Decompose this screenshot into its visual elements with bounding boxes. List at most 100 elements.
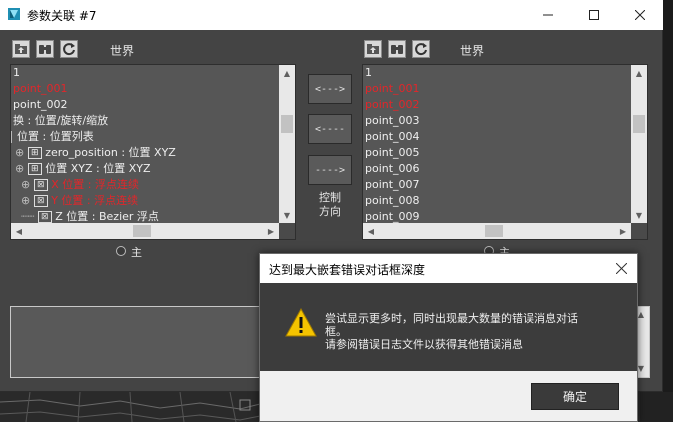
right-tree-item[interactable]: point_008 [365, 193, 420, 209]
left-tree-item[interactable]: ⊕ ⊠ Y 位置 : 浮点连续 [21, 193, 138, 209]
right-tree-item[interactable]: point_002 [365, 97, 420, 113]
left-tree-item-label: zero_position : 位置 XYZ [45, 146, 176, 159]
left-tree-view[interactable]: 1 point_001 point_002 换 : 位置/旋转/缩放 位置 : … [10, 64, 296, 240]
close-icon [635, 10, 645, 20]
right-tree-view[interactable]: 1 point_001 point_002 point_003 point_00… [362, 64, 648, 240]
bidirectional-button[interactable]: <---> [308, 74, 352, 104]
left-master-radio[interactable] [116, 246, 126, 256]
window-title: 参数关联 #7 [27, 9, 97, 23]
scroll-left-icon[interactable]: ◀ [363, 223, 379, 239]
scroll-thumb[interactable] [633, 115, 645, 133]
dialog-body: 尝试显示更多时，同时出现最大数量的错误消息对话 框。 请参阅错误日志文件以获得其… [260, 283, 637, 371]
scroll-left-icon[interactable]: ◀ [11, 223, 27, 239]
right-tree-vscrollbar[interactable]: ▲ ▼ [631, 65, 647, 223]
maximize-button[interactable] [571, 0, 617, 30]
control-direction-line1: 控制 [319, 191, 341, 204]
right-refresh-button[interactable] [412, 40, 430, 58]
left-tree-item[interactable]: ⊕ ⊞ zero_position : 位置 XYZ [15, 145, 176, 161]
left-tree-hscrollbar[interactable]: ◀ ▶ [11, 223, 279, 239]
folder-up-icon [367, 44, 379, 54]
controller-icon: ⊞ [27, 147, 42, 159]
controller-icon: ⊞ [27, 163, 42, 175]
controller-icon: ⊠ [33, 179, 48, 191]
ok-button[interactable]: 确定 [531, 383, 619, 410]
close-icon [615, 262, 627, 274]
left-master-label: 主 [131, 246, 142, 259]
right-tree-item[interactable]: 1 [365, 65, 372, 81]
dialog-titlebar[interactable]: 达到最大嵌套错误对话框深度 [260, 254, 637, 283]
control-direction-label: 控制 方向 [312, 191, 348, 219]
refresh-icon [415, 43, 427, 56]
left-tree-item-label: X 位置 : 浮点连续 [51, 178, 139, 191]
scroll-right-icon[interactable]: ▶ [263, 223, 279, 239]
scroll-up-icon[interactable]: ▲ [279, 65, 295, 81]
left-tree-content: 1 point_001 point_002 换 : 位置/旋转/缩放 位置 : … [11, 65, 279, 223]
left-tree-item[interactable]: 位置 : 位置列表 [11, 129, 94, 145]
refresh-icon [63, 43, 75, 56]
controller-icon: ⊠ [33, 195, 48, 207]
left-tree-item-label: 位置 XYZ : 位置 XYZ [45, 162, 151, 175]
right-tree-hscrollbar[interactable]: ◀ ▶ [363, 223, 631, 239]
scroll-right-icon[interactable]: ▶ [615, 223, 631, 239]
left-tree-item[interactable]: point_002 [13, 97, 68, 113]
left-find-button[interactable] [36, 40, 54, 58]
tree-expand-icon: ⊕ [21, 194, 31, 207]
dialog-message-line: 请参阅错误日志文件以获得其他错误消息 [325, 338, 523, 351]
scroll-down-icon[interactable]: ▼ [279, 207, 295, 223]
close-button[interactable] [617, 0, 663, 30]
dialog-message-line: 尝试显示更多时，同时出现最大数量的错误消息对话 [325, 312, 578, 325]
right-toolbar: 世界 [364, 40, 564, 58]
tree-expand-icon: ⊕ [15, 162, 25, 175]
scroll-down-icon[interactable]: ▼ [631, 207, 647, 223]
left-tree-item-label: 位置 : 位置列表 [17, 130, 94, 143]
right-tree-item[interactable]: point_003 [365, 113, 420, 129]
scroll-corner [279, 223, 295, 239]
right-tree-content: 1 point_001 point_002 point_003 point_00… [363, 65, 631, 223]
right-to-left-button[interactable]: <---- [308, 114, 352, 144]
warning-icon [285, 308, 317, 337]
left-tree-item[interactable]: point_001 [13, 81, 68, 97]
scroll-up-icon[interactable]: ▲ [631, 65, 647, 81]
dialog-message-line: 框。 [325, 325, 347, 338]
scroll-thumb[interactable] [133, 225, 151, 237]
dialog-footer: 确定 [260, 371, 637, 421]
right-tree-item[interactable]: point_009 [365, 209, 420, 223]
tree-expand-icon: ⊕ [21, 178, 31, 191]
scroll-thumb[interactable] [485, 225, 503, 237]
dialog-close-button[interactable] [611, 258, 631, 278]
left-tree-vscrollbar[interactable]: ▲ ▼ [279, 65, 295, 223]
folder-up-icon [15, 44, 27, 54]
left-tree-item-label: Y 位置 : 浮点连续 [51, 194, 139, 207]
right-tree-item[interactable]: point_001 [365, 81, 420, 97]
right-find-button[interactable] [388, 40, 406, 58]
right-tree-item[interactable]: point_004 [365, 129, 420, 145]
binoculars-icon [39, 45, 51, 54]
left-open-folder-button[interactable] [12, 40, 30, 58]
left-tree-item[interactable]: ⊕ ⊠ X 位置 : 浮点连续 [21, 177, 139, 193]
scroll-corner [631, 223, 647, 239]
scroll-thumb[interactable] [281, 115, 293, 133]
minimize-icon [543, 14, 553, 16]
tree-expand-icon: ⊕ [15, 146, 25, 159]
tree-line-icon: ┈┈ [21, 210, 35, 223]
right-open-folder-button[interactable] [364, 40, 382, 58]
left-tree-item[interactable]: 换 : 位置/旋转/缩放 [13, 113, 108, 129]
left-to-right-button[interactable]: ----> [308, 155, 352, 185]
app-icon [8, 8, 20, 20]
binoculars-icon [391, 45, 403, 54]
right-tree-item[interactable]: point_006 [365, 161, 420, 177]
left-toolbar: 世界 [12, 40, 212, 58]
right-space-label: 世界 [460, 44, 485, 58]
left-tree-item[interactable]: ⊕ ⊞ 位置 XYZ : 位置 XYZ [15, 161, 151, 177]
control-direction-line2: 方向 [319, 205, 341, 218]
controller-icon: ⊠ [37, 211, 52, 223]
right-tree-item[interactable]: point_007 [365, 177, 420, 193]
minimize-button[interactable] [525, 0, 571, 30]
left-tree-item[interactable]: 1 [13, 65, 20, 81]
window-titlebar[interactable]: 参数关联 #7 [0, 0, 663, 30]
left-tree-item[interactable]: ┈┈ ⊠ Z 位置 : Bezier 浮点 [21, 209, 159, 223]
left-refresh-button[interactable] [60, 40, 78, 58]
right-tree-item[interactable]: point_005 [365, 145, 420, 161]
dialog-title: 达到最大嵌套错误对话框深度 [269, 263, 426, 277]
left-space-label: 世界 [110, 44, 135, 58]
